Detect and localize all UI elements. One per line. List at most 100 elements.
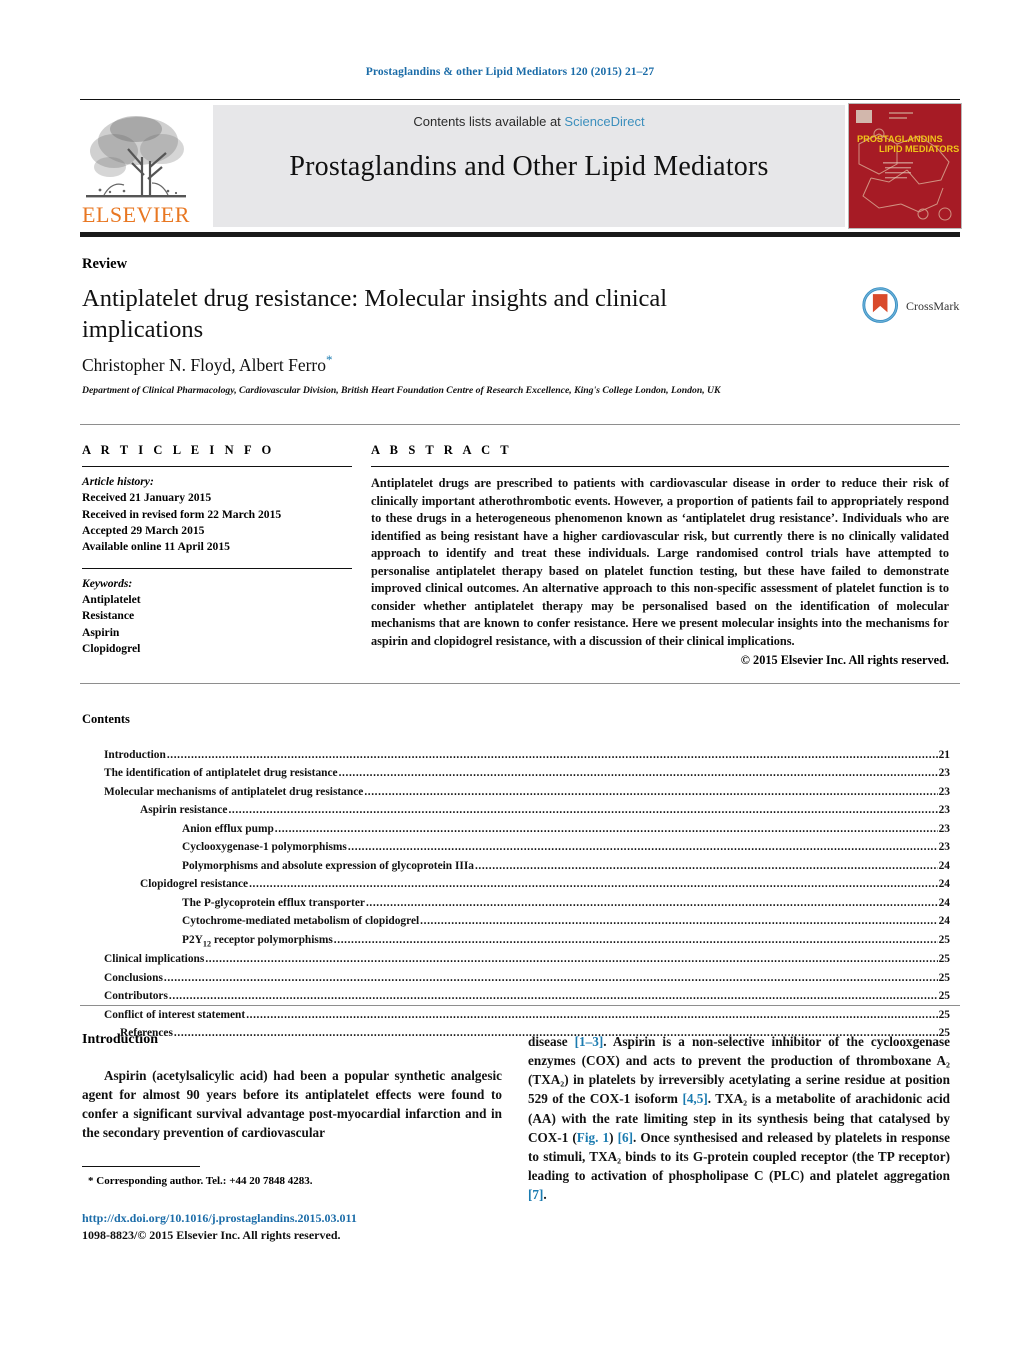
article-info-heading: A R T I C L E I N F O [82, 443, 275, 457]
toc-entry[interactable]: P2Y12 receptor polymorphisms............… [82, 931, 950, 951]
sciencedirect-link[interactable]: ScienceDirect [564, 114, 644, 129]
toc-entry[interactable]: The P-glycoprotein efflux transporter...… [82, 894, 950, 912]
toc-entry[interactable]: Anion efflux pump.......................… [82, 820, 950, 838]
toc-entry-page: 25 [938, 933, 950, 946]
elsevier-logo: ELSEVIER [80, 105, 192, 227]
corresponding-author-marker: * [326, 352, 333, 367]
toc-entry-label: Cyclooxygenase-1 polymorphisms [182, 841, 347, 854]
toc-entry[interactable]: Cyclooxygenase-1 polymorphisms..........… [82, 838, 950, 856]
article-history: Article history: Received 21 January 201… [82, 474, 352, 556]
keyword-item: Aspirin [82, 625, 120, 639]
contents-heading: Contents [82, 712, 130, 726]
abstract-text: Antiplatelet drugs are prescribed to pat… [371, 476, 949, 648]
corresponding-author-footnote: * Corresponding author. Tel.: +44 20 784… [88, 1175, 313, 1187]
paragraph-text: disease [528, 1034, 575, 1049]
keywords-rule [82, 567, 352, 569]
toc-entry[interactable]: Conflict of interest statement..........… [82, 1006, 950, 1024]
abstract-bottom-rule [80, 683, 960, 684]
citation-link[interactable]: [1–3] [575, 1034, 604, 1049]
journal-title-band: Contents lists available at ScienceDirec… [213, 105, 845, 227]
toc-entry-page: 21 [938, 749, 950, 761]
toc-leader-dots: ........................................… [168, 990, 938, 1003]
toc-leader-dots: ........................................… [274, 822, 938, 835]
toc-leader-dots: ........................................… [338, 767, 938, 780]
toc-entry-page: 25 [938, 990, 950, 1003]
abstract-column: A B S T R A C T Antiplatelet drugs are p… [371, 443, 949, 668]
keyword-item: Antiplatelet [82, 593, 141, 607]
history-accepted: Accepted 29 March 2015 [82, 524, 205, 538]
toc-entry-page: 23 [938, 767, 950, 780]
author-list: Christopher N. Floyd, Albert Ferro* [82, 352, 333, 376]
toc-entry[interactable]: Aspirin resistance......................… [82, 801, 950, 819]
info-top-rule [80, 424, 960, 425]
toc-entry-page: 24 [938, 896, 950, 909]
running-head: Prostaglandins & other Lipid Mediators 1… [365, 66, 655, 78]
toc-entry[interactable]: Conclusions.............................… [82, 969, 950, 987]
history-online: Available online 11 April 2015 [82, 540, 230, 554]
masthead-bottom-rule [80, 232, 960, 237]
crossmark-badge[interactable]: CrossMark [862, 286, 960, 328]
toc-leader-dots: ........................................… [205, 953, 937, 966]
toc-entry[interactable]: Polymorphisms and absolute expression of… [82, 857, 950, 875]
affiliation: Department of Clinical Pharmacology, Car… [82, 385, 721, 396]
keyword-item: Clopidogrel [82, 642, 141, 656]
doi-link[interactable]: http://dx.doi.org/10.1016/j.prostaglandi… [82, 1211, 357, 1226]
toc-leader-dots: ........................................… [365, 896, 938, 909]
toc-entry-page: 25 [938, 1008, 950, 1021]
introduction-heading: Introduction [82, 1032, 158, 1047]
toc-entry-label: Clinical implications [104, 953, 205, 966]
journal-article-page: Prostaglandins & other Lipid Mediators 1… [0, 0, 1020, 1351]
toc-entry[interactable]: Cytochrome-mediated metabolism of clopid… [82, 912, 950, 930]
toc-leader-dots: ........................................… [333, 933, 938, 946]
svg-text:PROSTAGLANDINS: PROSTAGLANDINS [857, 134, 943, 144]
journal-cover-thumbnail: PROSTAGLANDINS LIPID MEDIATORS [848, 103, 962, 229]
toc-entry-page: 25 [938, 953, 950, 966]
paragraph-text: ) [609, 1129, 618, 1145]
masthead-top-rule [80, 99, 960, 100]
toc-entry[interactable]: Contributors............................… [82, 987, 950, 1005]
introduction-paragraph-left: Aspirin (acetylsalicylic acid) had been … [82, 1068, 502, 1141]
journal-masthead: ELSEVIER Contents lists available at Sci… [80, 103, 962, 229]
toc-entry-page: 24 [938, 878, 950, 891]
toc-entry[interactable]: Clopidogrel resistance..................… [82, 875, 950, 893]
article-info-heading-rule [82, 466, 352, 467]
toc-leader-dots: ........................................… [364, 785, 938, 798]
body-column-right: disease [1–3]. Aspirin is a non-selectiv… [528, 1032, 950, 1204]
history-received: Received 21 January 2015 [82, 491, 212, 505]
citation-link[interactable]: Fig. 1 [577, 1130, 609, 1145]
toc-entry-label: The P-glycoprotein efflux transporter [182, 896, 365, 909]
citation-link[interactable]: [4,5] [682, 1091, 707, 1106]
toc-entry-label: Polymorphisms and absolute expression of… [182, 859, 474, 872]
article-history-label: Article history: [82, 475, 154, 488]
toc-entry-label: Aspirin resistance [140, 804, 228, 817]
page-title: Antiplatelet drug resistance: Molecular … [82, 285, 668, 343]
toc-leader-dots: ........................................… [347, 841, 938, 854]
toc-leader-dots: ........................................… [249, 878, 938, 891]
toc-entry-label: Contributors [104, 990, 168, 1003]
toc-entry[interactable]: Clinical implications...................… [82, 950, 950, 968]
abstract-heading: A B S T R A C T [371, 443, 513, 457]
citation-link[interactable]: [7] [528, 1187, 543, 1202]
footnote-rule [82, 1166, 200, 1167]
toc-entry-label: Conclusions [104, 971, 163, 984]
toc-entry-label: Introduction [104, 749, 166, 761]
body-column-left: Introduction Aspirin (acetylsalicylic ac… [82, 1032, 502, 1143]
article-type: Review [82, 256, 128, 272]
toc-leader-dots: ........................................… [228, 804, 938, 817]
svg-text:ELSEVIER: ELSEVIER [82, 202, 190, 227]
article-info-column: A R T I C L E I N F O Article history: R… [82, 443, 352, 657]
toc-entry-page: 23 [938, 822, 950, 835]
issn-copyright-line: 1098-8823/© 2015 Elsevier Inc. All right… [82, 1228, 341, 1242]
toc-entry-page: 23 [938, 785, 950, 798]
abstract-heading-rule [371, 466, 949, 467]
crossmark-label: CrossMark [906, 299, 960, 313]
citation-link[interactable]: [6] [618, 1130, 633, 1145]
toc-leader-dots: ........................................… [166, 749, 938, 761]
toc-entry[interactable]: Molecular mechanisms of antiplatelet dru… [82, 783, 950, 801]
contents-bottom-rule [80, 1005, 960, 1006]
toc-entry[interactable]: The identification of antiplatelet drug … [82, 764, 950, 782]
author-names: Christopher N. Floyd, Albert Ferro [82, 354, 327, 375]
toc-entry-label: The identification of antiplatelet drug … [104, 767, 338, 780]
toc-entry[interactable]: Introduction............................… [82, 746, 950, 764]
toc-leader-dots: ........................................… [420, 915, 938, 928]
